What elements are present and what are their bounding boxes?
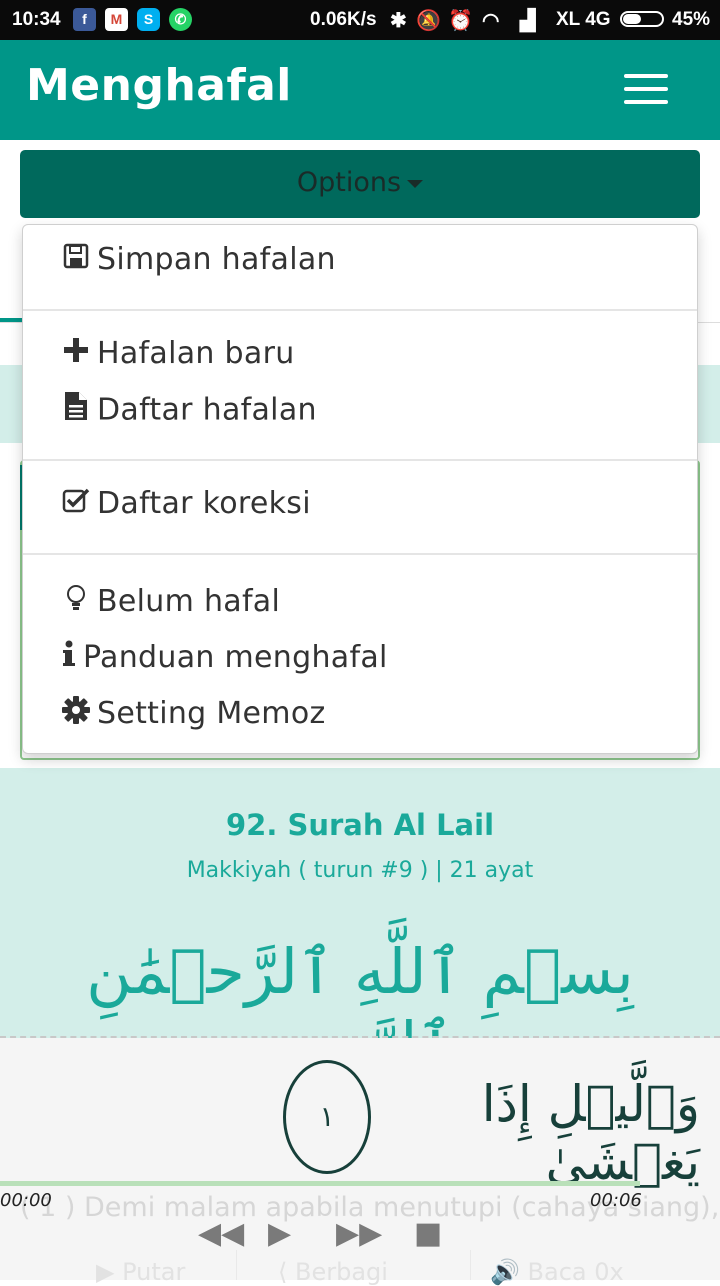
carrier-label: XL 4G: [556, 9, 611, 30]
stop-icon[interactable]: ■: [414, 1216, 442, 1251]
save-icon: [61, 242, 91, 277]
play-icon[interactable]: ▶: [268, 1216, 291, 1251]
ayah-number: ١: [283, 1060, 371, 1174]
document-icon: [61, 391, 91, 429]
menu-item-panduan-menghafal[interactable]: Panduan menghafal: [61, 639, 388, 683]
facebook-icon: f: [73, 8, 96, 31]
gear-icon: [61, 695, 91, 732]
audio-progress-bar[interactable]: [0, 1181, 640, 1186]
bottom-actions: ▶ Putar ⟨ Berbagi 🔊 Baca 0x: [0, 1250, 720, 1286]
caret-down-icon: [407, 179, 424, 188]
bluetooth-icon: ✱: [390, 10, 407, 32]
status-bar: 10:34 f M S ✆ 0.06K/s ✱ 🔕 ⏰ ◠ ▟ XL 4G 45…: [0, 0, 720, 40]
ayah-divider: [0, 1036, 720, 1038]
alarm-icon: ⏰: [448, 10, 473, 32]
menu-item-setting-memoz[interactable]: Setting Memoz: [61, 695, 326, 739]
fast-forward-icon[interactable]: ▶▶: [336, 1216, 382, 1251]
menu-item-label: Setting Memoz: [97, 696, 326, 731]
hamburger-menu-icon[interactable]: [624, 74, 668, 106]
app-bar: Menghafal: [0, 40, 720, 140]
app-title: Menghafal: [26, 60, 292, 111]
menu-item-label: Panduan menghafal: [83, 640, 388, 675]
battery-percent: 45%: [672, 9, 711, 30]
menu-item-label: Belum hafal: [97, 584, 281, 619]
rewind-icon[interactable]: ◀◀: [198, 1216, 244, 1251]
play-action-label: Putar: [122, 1258, 186, 1286]
menu-item-simpan-hafalan[interactable]: Simpan hafalan: [61, 241, 336, 285]
skype-icon: S: [137, 8, 160, 31]
menu-divider: [23, 459, 697, 461]
menu-divider: [23, 309, 697, 311]
net-speed: 0.06K/s: [310, 9, 377, 30]
signal-icon: ▟: [520, 10, 536, 32]
menu-item-daftar-hafalan[interactable]: Daftar hafalan: [61, 391, 317, 435]
menu-item-belum-hafal[interactable]: Belum hafal: [61, 583, 280, 627]
share-action[interactable]: ⟨ Berbagi: [278, 1258, 388, 1286]
menu-item-hafalan-baru[interactable]: Hafalan baru: [61, 335, 295, 379]
gmail-icon: M: [105, 8, 128, 31]
menu-item-label: Daftar hafalan: [97, 392, 317, 428]
play-action[interactable]: ▶ Putar: [96, 1258, 185, 1286]
info-icon: [61, 640, 77, 676]
menu-divider: [23, 553, 697, 555]
battery-icon: [620, 11, 664, 27]
menu-item-daftar-koreksi[interactable]: Daftar koreksi: [61, 485, 311, 529]
options-dropdown-menu: Simpan hafalan Hafalan baru Daftar hafal…: [22, 224, 698, 754]
read-count-action[interactable]: 🔊 Baca 0x: [490, 1258, 624, 1286]
menu-item-label: Simpan hafalan: [97, 242, 336, 277]
mute-bell-icon: 🔕: [416, 10, 441, 32]
read-count-label: Baca 0x: [527, 1258, 624, 1286]
lightbulb-icon: [61, 584, 91, 620]
checkbox-icon: [61, 486, 91, 521]
menu-item-label: Hafalan baru: [97, 336, 295, 371]
plus-icon: [61, 336, 91, 371]
share-action-label: Berbagi: [295, 1258, 388, 1286]
status-time: 10:34: [12, 9, 61, 30]
wifi-icon: ◠: [482, 10, 500, 32]
surah-title: 92. Surah Al Lail: [225, 808, 495, 842]
menu-item-label: Daftar koreksi: [97, 486, 311, 521]
ayah-text[interactable]: وَٱلَّيۡلِ إِذَا يَغۡشَىٰ: [380, 1075, 700, 1191]
surah-subtitle: Makkiyah ( turun #9 ) | 21 ayat: [186, 858, 534, 883]
audio-time-end: 00:06: [590, 1190, 642, 1211]
whatsapp-icon: ✆: [169, 8, 192, 31]
audio-time-start: 00:00: [0, 1190, 52, 1211]
options-label: Options: [296, 167, 402, 198]
options-button[interactable]: Options: [20, 150, 700, 218]
